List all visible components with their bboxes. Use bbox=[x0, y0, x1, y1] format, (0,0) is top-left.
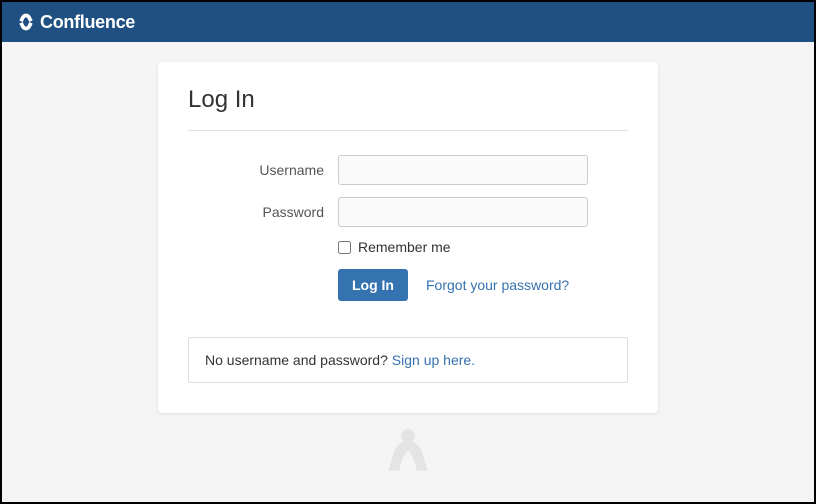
confluence-icon bbox=[16, 12, 36, 32]
login-button[interactable]: Log In bbox=[338, 269, 408, 301]
username-row: Username bbox=[188, 155, 628, 185]
remember-row: Remember me bbox=[188, 239, 628, 255]
username-label: Username bbox=[188, 162, 338, 178]
brand-name: Confluence bbox=[40, 12, 135, 33]
username-input[interactable] bbox=[338, 155, 588, 185]
app-header: Confluence bbox=[2, 2, 814, 42]
password-row: Password bbox=[188, 197, 628, 227]
password-label: Password bbox=[188, 204, 338, 220]
page-title: Log In bbox=[188, 86, 628, 131]
remember-me-label: Remember me bbox=[358, 239, 451, 255]
password-input[interactable] bbox=[338, 197, 588, 227]
footer-atlassian-icon bbox=[382, 425, 434, 482]
forgot-password-link[interactable]: Forgot your password? bbox=[426, 277, 569, 293]
signup-prompt: No username and password? bbox=[205, 352, 392, 368]
remember-me-checkbox[interactable] bbox=[338, 241, 351, 254]
signup-box: No username and password? Sign up here. bbox=[188, 337, 628, 383]
action-row: Log In Forgot your password? bbox=[188, 269, 628, 301]
brand-logo[interactable]: Confluence bbox=[16, 12, 135, 33]
login-card: Log In Username Password Remember me Log… bbox=[158, 62, 658, 413]
remember-me-checkbox-wrap[interactable]: Remember me bbox=[338, 239, 451, 255]
signup-link[interactable]: Sign up here. bbox=[392, 352, 475, 368]
